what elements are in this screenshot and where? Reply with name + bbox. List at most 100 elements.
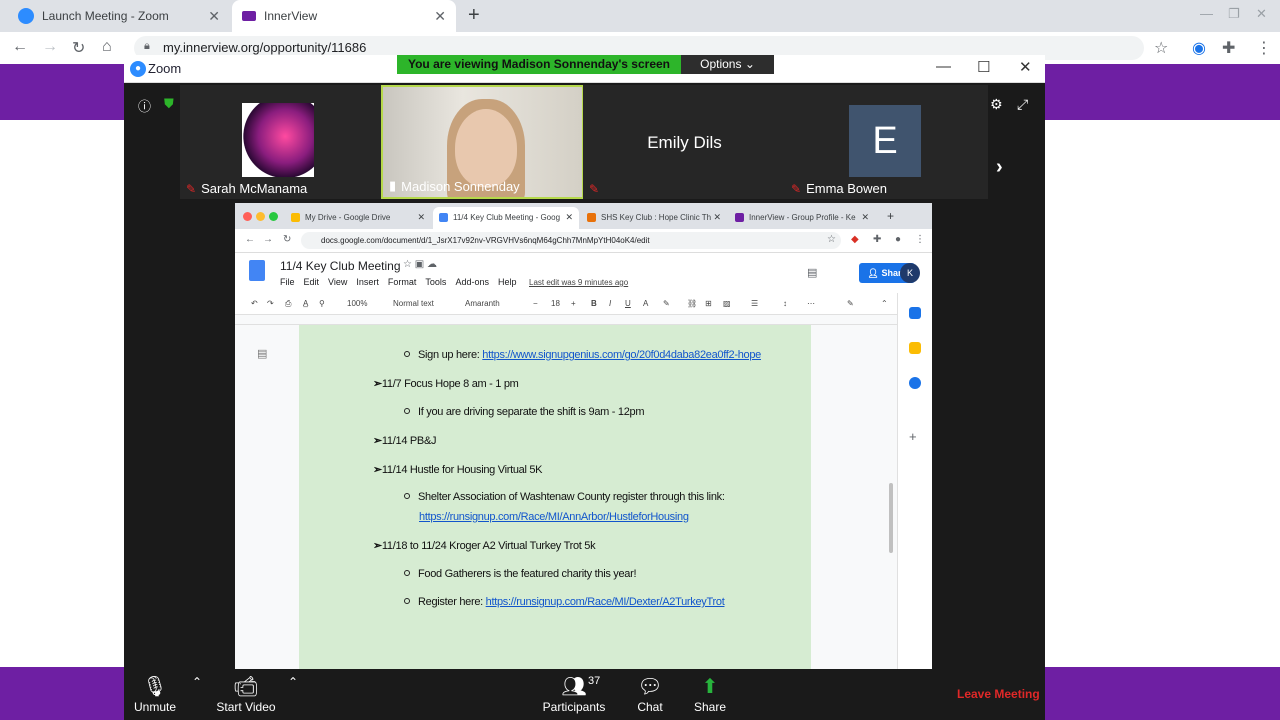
participant-tile-emily[interactable]: Emily Dils ✎	[583, 85, 786, 199]
chat-bubble-icon: 💬︎	[637, 676, 663, 698]
restore-icon[interactable]: ❐	[1228, 6, 1240, 22]
print-icon: ⎙	[285, 299, 292, 308]
docs-ruler	[235, 315, 897, 325]
mac-zoom-icon	[269, 212, 278, 221]
insert-image-icon: ▨	[723, 299, 731, 308]
view-options-button[interactable]: Options ⌄	[681, 55, 774, 74]
audio-options-chevron-icon[interactable]: ⌃	[192, 675, 202, 689]
participant-tile-sarah[interactable]: ✎ Sarah McManama	[180, 85, 383, 199]
bullet-icon	[404, 493, 410, 499]
video-person-face	[455, 109, 517, 187]
extensions-puzzle-icon: ✚	[873, 234, 882, 245]
tab-label: 11/4 Key Club Meeting - Goog	[453, 213, 561, 222]
unmute-button[interactable]: 🎙︎ Unmute	[134, 675, 176, 714]
participant-tile-madison[interactable]: ▮ Madison Sonnenday	[381, 85, 584, 199]
zoom-favicon-icon	[18, 8, 34, 24]
participant-name-text: Sarah McManama	[201, 181, 308, 196]
chat-label: Chat	[637, 700, 663, 714]
new-tab-icon[interactable]: +	[468, 4, 480, 27]
chat-button[interactable]: 💬︎ Chat	[630, 675, 670, 714]
doc-line: ➢11/7 Focus Hope 8 am - 1 pm	[373, 377, 519, 390]
paint-format-icon: ⚲	[319, 299, 325, 308]
site-icon	[587, 213, 596, 222]
account-avatar: K	[900, 263, 920, 283]
shared-tab: My Drive - Google Drive ✕	[285, 207, 431, 229]
minimize-icon[interactable]: —	[1200, 6, 1213, 21]
last-edit-text: Last edit was 9 minutes ago	[529, 278, 629, 287]
shared-toolbar: ← → ↻ docs.google.com/document/d/1_JsrX1…	[235, 229, 932, 253]
share-screen-button[interactable]: ⬆ Share	[690, 675, 730, 714]
browser-tab-innerview[interactable]: InnerView ✕	[232, 0, 456, 32]
close-tab-icon[interactable]: ✕	[434, 8, 446, 25]
extension-icon: ◆	[851, 234, 859, 245]
google-docs-icon	[249, 260, 265, 281]
chrome-menu-icon[interactable]: ⋮	[1256, 38, 1272, 58]
doc-line: Register here: https://runsignup.com/Rac…	[404, 596, 725, 608]
line-text: If you are driving separate the shift is…	[418, 406, 645, 418]
share-label: Share	[693, 700, 727, 714]
docs-header: 11/4 Key Club Meeting ☆ ▣ ☁ File Edit Vi…	[235, 253, 932, 291]
close-icon: ✕	[713, 212, 721, 222]
doc-line: If you are driving separate the shift is…	[404, 406, 645, 418]
video-options-chevron-icon[interactable]: ⌃	[288, 675, 298, 689]
link-icon: ⛓	[687, 299, 698, 308]
increase-size-icon: +	[571, 299, 576, 308]
collapse-icon: ⌃	[881, 299, 888, 308]
arrow-bullet-icon: ➢	[373, 378, 382, 390]
chevron-right-icon[interactable]: ›	[996, 156, 1003, 179]
close-tab-icon[interactable]: ✕	[208, 8, 220, 25]
profile-picture	[242, 103, 314, 177]
doc-scrollbar	[889, 483, 893, 553]
font-select: Amaranth	[465, 299, 500, 308]
menu-tools: Tools	[425, 277, 447, 287]
extensions-puzzle-icon[interactable]: ✚	[1222, 38, 1235, 58]
gear-icon[interactable]: ⚙	[990, 96, 1003, 113]
video-off-icon: 📹︎	[233, 676, 259, 698]
zoom-maximize-icon[interactable]: ☐	[977, 58, 990, 76]
security-shield-icon[interactable]: ⛊	[164, 96, 174, 112]
fullscreen-icon[interactable]: ⤢	[1017, 96, 1028, 113]
start-video-button[interactable]: 📹︎ Start Video	[216, 675, 276, 714]
browser-tab-strip: Launch Meeting - Zoom ✕ InnerView ✕ + — …	[0, 0, 1280, 32]
close-icon: ✕	[861, 212, 869, 222]
participant-name: ✎ Emma Bowen	[791, 181, 887, 196]
zoom-window: ● Zoom — ☐ ✕ You are viewing Madison Son…	[124, 55, 1045, 720]
docs-icon	[439, 213, 448, 222]
reload-icon[interactable]: ↻	[72, 38, 85, 58]
zoom-minimize-icon[interactable]: —	[936, 58, 951, 75]
participant-name: ✎	[589, 182, 604, 196]
home-icon[interactable]: ⌂	[102, 38, 112, 56]
participant-count-badge: 37	[588, 675, 601, 687]
line-text: 11/14 PB&J	[381, 435, 437, 447]
back-icon[interactable]: ←	[12, 38, 28, 56]
menu-edit: Edit	[303, 277, 320, 287]
browser-tab-zoom[interactable]: Launch Meeting - Zoom ✕	[8, 0, 230, 32]
new-tab-icon: +	[887, 209, 895, 223]
line-text: 11/7 Focus Hope 8 am - 1 pm	[381, 378, 519, 390]
align-icon: ☰	[751, 299, 759, 308]
doc-line: ➢11/14 Hustle for Housing Virtual 5K	[373, 463, 543, 476]
close-window-icon[interactable]: ✕	[1256, 6, 1267, 22]
chevron-down-icon: ⌄	[744, 57, 755, 71]
lock-icon: 🔒︎	[144, 40, 150, 52]
decrease-size-icon: −	[533, 299, 538, 308]
menu-file: File	[280, 277, 295, 287]
leave-meeting-button[interactable]: Leave Meeting	[957, 687, 1040, 701]
mic-muted-icon: ✎	[186, 181, 197, 196]
forward-icon[interactable]: →	[42, 38, 58, 56]
bookmark-star-icon: ☆	[827, 234, 836, 245]
docs-menu-bar: File Edit View Insert Format Tools Add-o…	[280, 277, 525, 287]
mic-muted-icon: ✎	[791, 181, 802, 196]
start-video-label: Start Video	[216, 700, 276, 714]
participant-tile-emma[interactable]: E ✎ Emma Bowen	[785, 85, 988, 199]
zoom-close-icon[interactable]: ✕	[1019, 58, 1032, 76]
doc-page: Sign up here: https://www.signupgenius.c…	[299, 325, 811, 671]
info-icon[interactable]: ⓘ	[138, 96, 151, 115]
arrow-bullet-icon: ➢	[373, 435, 382, 447]
line-text: 11/18 to 11/24 Kroger A2 Virtual Turkey …	[381, 540, 596, 552]
bookmark-star-icon[interactable]: ☆	[1154, 38, 1168, 58]
extension-icon[interactable]: ◉	[1192, 38, 1206, 58]
arrow-bullet-icon: ➢	[373, 464, 382, 476]
underline-icon: U	[625, 299, 631, 308]
calendar-icon	[909, 307, 921, 319]
